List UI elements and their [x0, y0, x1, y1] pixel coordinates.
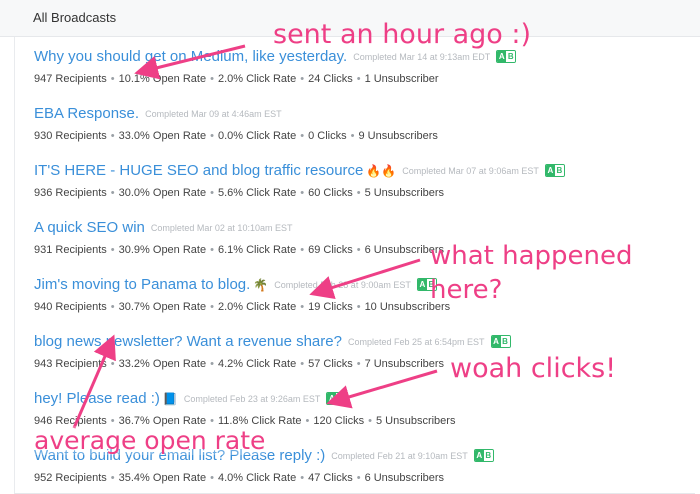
arrow-what — [309, 258, 421, 300]
annotation-woah-clicks: woah clicks! — [450, 353, 617, 384]
arrow-sent — [134, 44, 246, 80]
arrow-average — [72, 334, 116, 429]
annotation-what-happened: what happened here? — [430, 241, 633, 305]
annotation-average-open-rate: average open rate — [34, 426, 266, 455]
arrow-woah — [326, 369, 438, 409]
annotation-sent: sent an hour ago :) — [273, 19, 532, 50]
